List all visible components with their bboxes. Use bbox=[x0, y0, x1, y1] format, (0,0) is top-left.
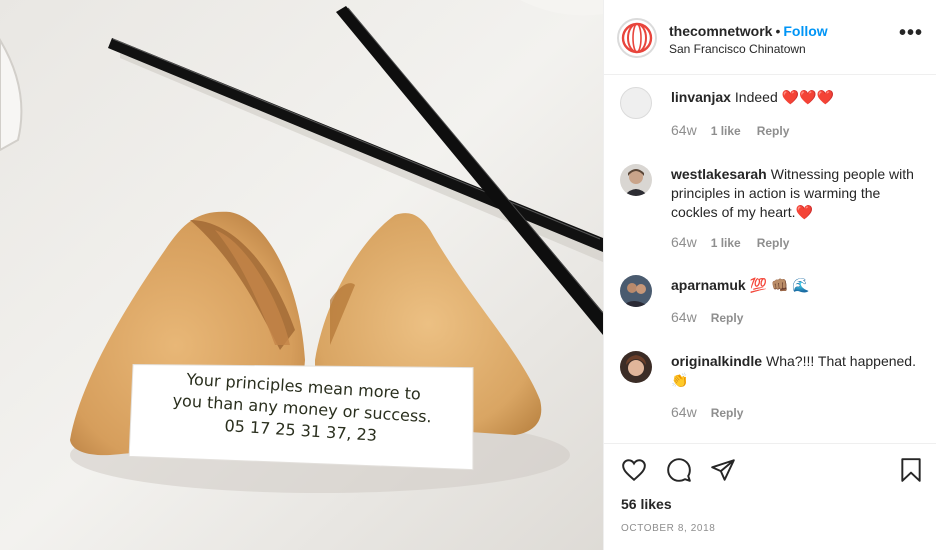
commenter-avatar[interactable] bbox=[620, 275, 652, 307]
comment-age[interactable]: 64w bbox=[671, 404, 697, 420]
comment-username[interactable]: westlakesarah bbox=[671, 166, 767, 182]
commenter-avatar[interactable] bbox=[620, 351, 652, 383]
post-actions: 56 likes OCTOBER 8, 2018 bbox=[604, 443, 936, 550]
heart-icon[interactable] bbox=[621, 457, 647, 483]
account-username[interactable]: thecomnetwork bbox=[669, 23, 772, 39]
reply-button[interactable]: Reply bbox=[757, 124, 790, 138]
likes-count[interactable]: 56 likes bbox=[621, 496, 672, 512]
comment-meta: 64w Reply bbox=[671, 404, 759, 420]
bookmark-icon[interactable] bbox=[898, 457, 924, 483]
reply-button[interactable]: Reply bbox=[757, 236, 790, 250]
post-photo[interactable]: Your principles mean more to you than an… bbox=[0, 0, 603, 550]
commenter-avatar[interactable] bbox=[620, 164, 652, 196]
comment-body: Indeed ❤️❤️❤️ bbox=[734, 89, 834, 105]
paper-plane-icon[interactable] bbox=[710, 457, 736, 483]
comment-meta: 64w 1 like Reply bbox=[671, 122, 805, 138]
comment-likes[interactable]: 1 like bbox=[711, 124, 741, 138]
post-date[interactable]: OCTOBER 8, 2018 bbox=[621, 523, 715, 534]
comment-text: linvanjax Indeed ❤️❤️❤️ bbox=[671, 88, 926, 107]
comment-body: 💯 👊🏽 🌊 bbox=[749, 277, 810, 293]
follow-button[interactable]: Follow bbox=[783, 23, 827, 39]
comments-list[interactable]: linvanjax Indeed ❤️❤️❤️ 64w 1 like Reply we… bbox=[604, 76, 936, 443]
post-header: thecomnetwork • Follow San Francisco China… bbox=[604, 0, 936, 75]
reply-button[interactable]: Reply bbox=[711, 406, 744, 420]
profile-photo-icon bbox=[620, 351, 652, 383]
comment-age[interactable]: 64w bbox=[671, 234, 697, 250]
comment-username[interactable]: aparnamuk bbox=[671, 277, 746, 293]
account-avatar[interactable] bbox=[617, 18, 657, 58]
commenter-avatar[interactable] bbox=[620, 87, 652, 119]
fortune-slip: Your principles mean more to you than an… bbox=[127, 358, 477, 473]
more-options-icon[interactable]: ••• bbox=[899, 23, 923, 43]
profile-photo-icon bbox=[620, 275, 652, 307]
separator-dot: • bbox=[775, 23, 781, 39]
comment-likes[interactable]: 1 like bbox=[711, 236, 741, 250]
comment-text: originalkindle Wha?!!! That happened. 👏 bbox=[671, 352, 926, 390]
comment-text: westlakesarah Witnessing people with prin… bbox=[671, 165, 926, 222]
comment-age[interactable]: 64w bbox=[671, 122, 697, 138]
comment-username[interactable]: linvanjax bbox=[671, 89, 731, 105]
comment-text: aparnamuk 💯 👊🏽 🌊 bbox=[671, 276, 926, 295]
brand-logo-icon bbox=[621, 22, 653, 54]
location-link[interactable]: San Francisco Chinatown bbox=[669, 42, 806, 56]
default-avatar-icon bbox=[622, 89, 650, 117]
comment-username[interactable]: originalkindle bbox=[671, 353, 762, 369]
comment-age[interactable]: 64w bbox=[671, 309, 697, 325]
profile-photo-icon bbox=[620, 164, 652, 196]
post-side-panel: thecomnetwork • Follow San Francisco China… bbox=[603, 0, 936, 550]
comment-bubble-icon[interactable] bbox=[666, 457, 692, 483]
account-line: thecomnetwork • Follow bbox=[669, 23, 828, 39]
reply-button[interactable]: Reply bbox=[711, 311, 744, 325]
comment-meta: 64w 1 like Reply bbox=[671, 234, 805, 250]
comment-meta: 64w Reply bbox=[671, 309, 759, 325]
